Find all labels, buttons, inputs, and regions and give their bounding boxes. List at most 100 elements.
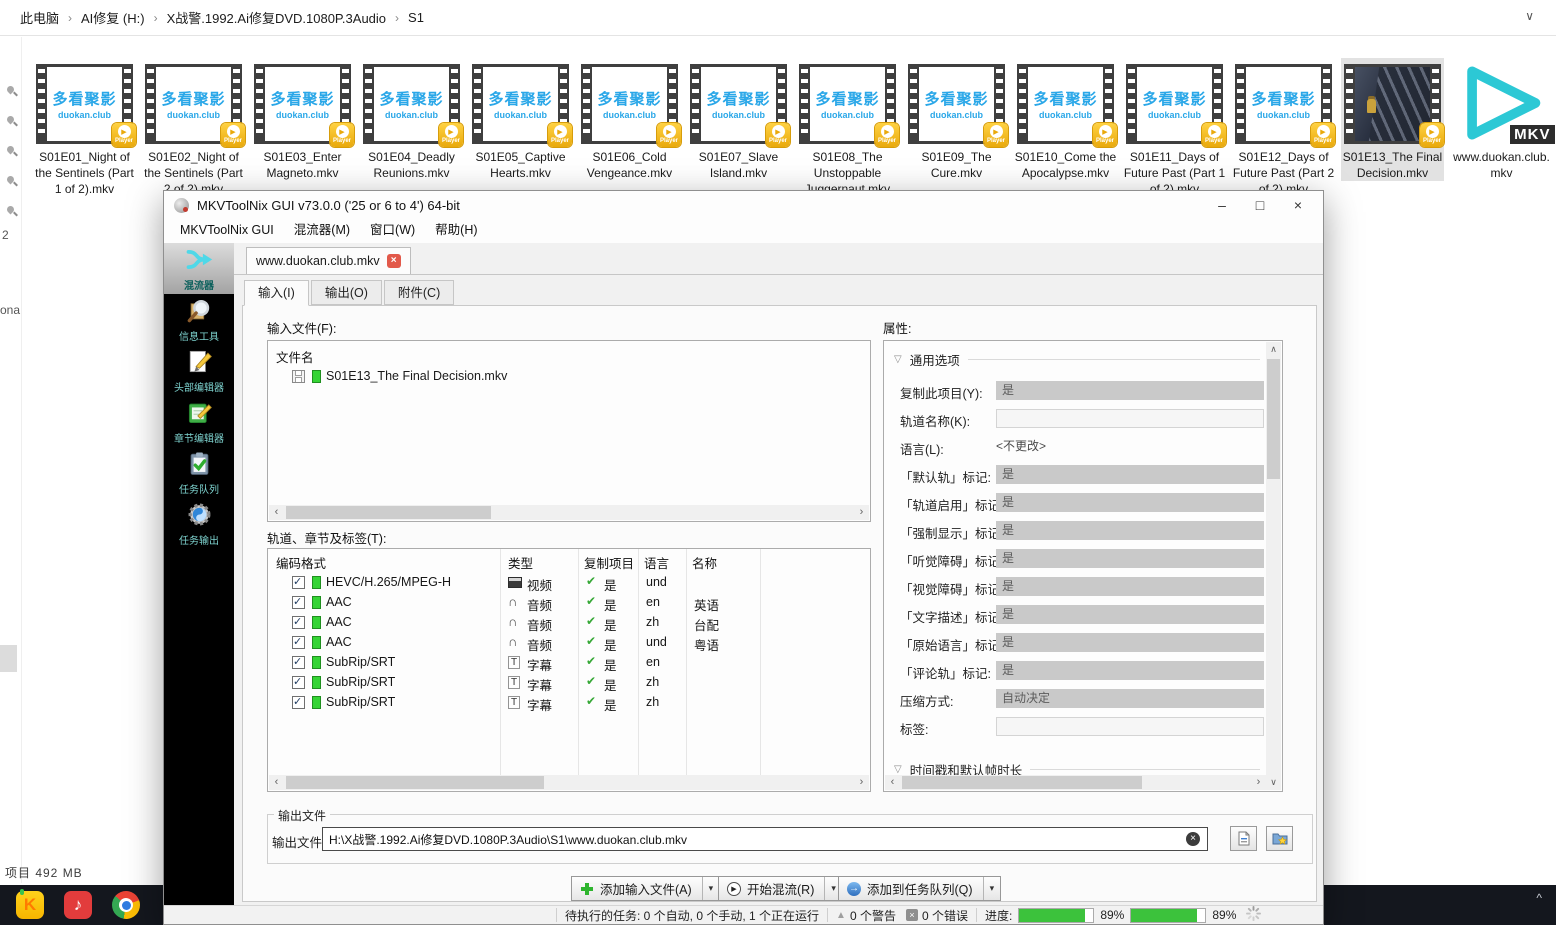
kuaishou-icon[interactable]: K — [16, 891, 44, 919]
sidebar-tool-info-tool[interactable]: 信息工具 — [164, 294, 234, 345]
taskbar-overflow-icon[interactable]: ^ — [1536, 891, 1542, 905]
dropdown-caret-icon[interactable]: ▾ — [983, 877, 1001, 900]
track-checkbox[interactable]: ✓ — [292, 696, 305, 709]
scrollbar-thumb[interactable] — [902, 776, 1142, 789]
track-row[interactable]: ✓HEVC/H.265/MPEG-H视频✔是und — [268, 573, 854, 593]
property-input[interactable] — [996, 409, 1264, 428]
tab-attachments[interactable]: 附件(C) — [384, 280, 454, 305]
maximize-button[interactable]: □ — [1241, 192, 1279, 218]
titlebar[interactable]: MKVToolNix GUI v73.0.0 ('25 or 6 to 4') … — [164, 191, 1323, 219]
scroll-left-icon[interactable]: ‹ — [885, 775, 900, 790]
menu-item[interactable]: 窗口(W) — [360, 219, 425, 243]
track-row[interactable]: ✓SubRip/SRTT字幕✔是zh — [268, 693, 854, 713]
scrollbar-thumb[interactable] — [286, 506, 491, 519]
scroll-right-icon[interactable]: › — [854, 505, 869, 520]
sidebar-tool-job-output[interactable]: 任务输出 — [164, 498, 234, 549]
scroll-left-icon[interactable]: ‹ — [269, 775, 284, 790]
sidebar-tool-job-queue[interactable]: 任务队列 — [164, 447, 234, 498]
output-file-input[interactable] — [322, 827, 1208, 851]
brand-subtext: duokan.club — [930, 110, 983, 120]
menu-item[interactable]: 帮助(H) — [425, 219, 487, 243]
browse-output-button[interactable] — [1266, 826, 1293, 851]
file-item[interactable]: 多看聚影duokan.club▶PlayerS01E04_Deadly Reun… — [360, 58, 463, 181]
menu-item[interactable]: 混流器(M) — [284, 219, 360, 243]
track-checkbox[interactable]: ✓ — [292, 656, 305, 669]
file-item[interactable]: 多看聚影duokan.club▶PlayerS01E05_Captive Hea… — [469, 58, 572, 181]
breadcrumb-item[interactable]: AI修复 (H:) — [81, 8, 145, 27]
add-source-files-button[interactable]: 添加输入文件(A)▾ — [571, 876, 720, 901]
input-file-row[interactable]: S01E13_The Final Decision.mkv — [268, 367, 870, 387]
track-checkbox[interactable]: ✓ — [292, 616, 305, 629]
file-item[interactable]: 多看聚影duokan.club▶PlayerS01E12_Days of Fut… — [1232, 58, 1335, 197]
collapse-triangle-icon[interactable]: ▽ — [894, 764, 902, 775]
file-tab[interactable]: www.duokan.club.mkv × — [246, 247, 411, 274]
clear-output-icon[interactable]: × — [1186, 832, 1200, 846]
add-to-job-queue-button[interactable]: →添加到任务队列(Q)▾ — [838, 876, 1001, 901]
minimize-button[interactable]: – — [1203, 192, 1241, 218]
dropdown-caret-icon[interactable]: ▾ — [702, 877, 720, 900]
filename-column-header[interactable]: 文件名 — [276, 347, 314, 366]
track-row[interactable]: ✓AAC∩音频✔是zh台配 — [268, 613, 854, 633]
file-item[interactable]: MKVwww.duokan.club.mkv — [1450, 58, 1553, 181]
file-item[interactable]: 多看聚影duokan.club▶PlayerS01E11_Days of Fut… — [1123, 58, 1226, 197]
track-language: zh — [646, 695, 659, 709]
scrollbar-thumb[interactable] — [286, 776, 544, 789]
horizontal-scrollbar[interactable]: ‹ › — [269, 775, 869, 790]
menu-item[interactable]: MKVToolNix GUI — [170, 219, 284, 243]
sidebar-tool-multiplexer[interactable]: 混流器 — [164, 243, 234, 294]
collapse-triangle-icon[interactable]: ▽ — [894, 354, 902, 365]
tab-input[interactable]: 输入(I) — [244, 280, 309, 306]
track-name: 英语 — [694, 595, 719, 614]
file-item[interactable]: 多看聚影duokan.club▶PlayerS01E08_The Unstopp… — [796, 58, 899, 197]
scrollbar-thumb[interactable] — [1267, 359, 1280, 479]
track-checkbox[interactable]: ✓ — [292, 636, 305, 649]
input-files-list[interactable]: 文件名 S01E13_The Final Decision.mkv ‹ › — [267, 340, 871, 522]
column-header[interactable]: 语言 — [644, 553, 669, 572]
sidebar-tool-chapter-editor[interactable]: 章节编辑器 — [164, 396, 234, 447]
column-header[interactable]: 复制项目 — [584, 553, 634, 572]
file-item[interactable]: 多看聚影duokan.club▶PlayerS01E03_Enter Magne… — [251, 58, 354, 181]
track-row[interactable]: ✓AAC∩音频✔是en英语 — [268, 593, 854, 613]
column-header[interactable]: 名称 — [692, 553, 717, 572]
property-value[interactable]: <不更改> — [996, 437, 1264, 456]
breadcrumb-item[interactable]: X战警.1992.Ai修复DVD.1080P.3Audio — [167, 8, 386, 27]
tracks-table[interactable]: 编码格式 类型 复制项目语言 名称 ✓HEVC/H.265/MPEG-H视频✔是und… — [267, 548, 871, 792]
copy-filename-button[interactable] — [1230, 826, 1257, 851]
scroll-up-icon[interactable]: ∧ — [1266, 342, 1281, 357]
file-item[interactable]: 多看聚影duokan.club▶PlayerS01E02_Night of th… — [142, 58, 245, 197]
file-item[interactable]: 多看聚影duokan.club▶PlayerS01E01_Night of th… — [33, 58, 136, 197]
close-button[interactable]: × — [1279, 192, 1317, 218]
scroll-right-icon[interactable]: › — [854, 775, 869, 790]
track-checkbox[interactable]: ✓ — [292, 676, 305, 689]
track-row[interactable]: ✓SubRip/SRTT字幕✔是zh — [268, 673, 854, 693]
column-header[interactable]: 编码格式 — [276, 553, 326, 572]
track-checkbox[interactable]: ✓ — [292, 576, 305, 589]
breadcrumb-item[interactable]: S1 — [408, 10, 424, 25]
scroll-down-icon[interactable]: ∨ — [1266, 775, 1281, 790]
file-item[interactable]: ▶PlayerS01E13_The Final Decision.mkv — [1341, 58, 1444, 181]
breadcrumb-item[interactable]: 此电脑 — [20, 8, 59, 27]
close-tab-icon[interactable]: × — [387, 254, 401, 268]
track-row[interactable]: ✓AAC∩音频✔是und粤语 — [268, 633, 854, 653]
file-item[interactable]: 多看聚影duokan.club▶PlayerS01E06_Cold Vengea… — [578, 58, 681, 181]
file-item[interactable]: 多看聚影duokan.club▶PlayerS01E07_Slave Islan… — [687, 58, 790, 181]
sidebar-tool-header-editor[interactable]: 头部编辑器 — [164, 345, 234, 396]
file-item[interactable]: 多看聚影duokan.club▶PlayerS01E10_Come the Ap… — [1014, 58, 1117, 181]
property-input[interactable] — [996, 717, 1264, 736]
scroll-left-icon[interactable]: ‹ — [269, 505, 284, 520]
horizontal-scrollbar[interactable]: ‹ › — [885, 775, 1266, 790]
file-thumbnail-icon: 多看聚影duokan.club▶Player — [581, 64, 678, 144]
general-options-section[interactable]: ▽ 通用选项 — [894, 351, 1260, 367]
chrome-icon[interactable] — [112, 891, 140, 919]
scroll-right-icon[interactable]: › — [1251, 775, 1266, 790]
horizontal-scrollbar[interactable]: ‹ › — [269, 505, 869, 520]
file-item[interactable]: 多看聚影duokan.club▶PlayerS01E09_The Cure.mk… — [905, 58, 1008, 181]
tab-output[interactable]: 输出(O) — [311, 280, 382, 305]
vertical-scrollbar[interactable]: ∧ ∨ — [1266, 342, 1281, 790]
column-header[interactable]: 类型 — [508, 553, 533, 572]
start-multiplexing-button[interactable]: ▶开始混流(R)▾ — [718, 876, 843, 901]
track-row[interactable]: ✓SubRip/SRTT字幕✔是en — [268, 653, 854, 673]
netease-music-icon[interactable]: ♪ — [64, 891, 92, 919]
track-checkbox[interactable]: ✓ — [292, 596, 305, 609]
chevron-down-icon[interactable]: ∨ — [1525, 9, 1534, 23]
